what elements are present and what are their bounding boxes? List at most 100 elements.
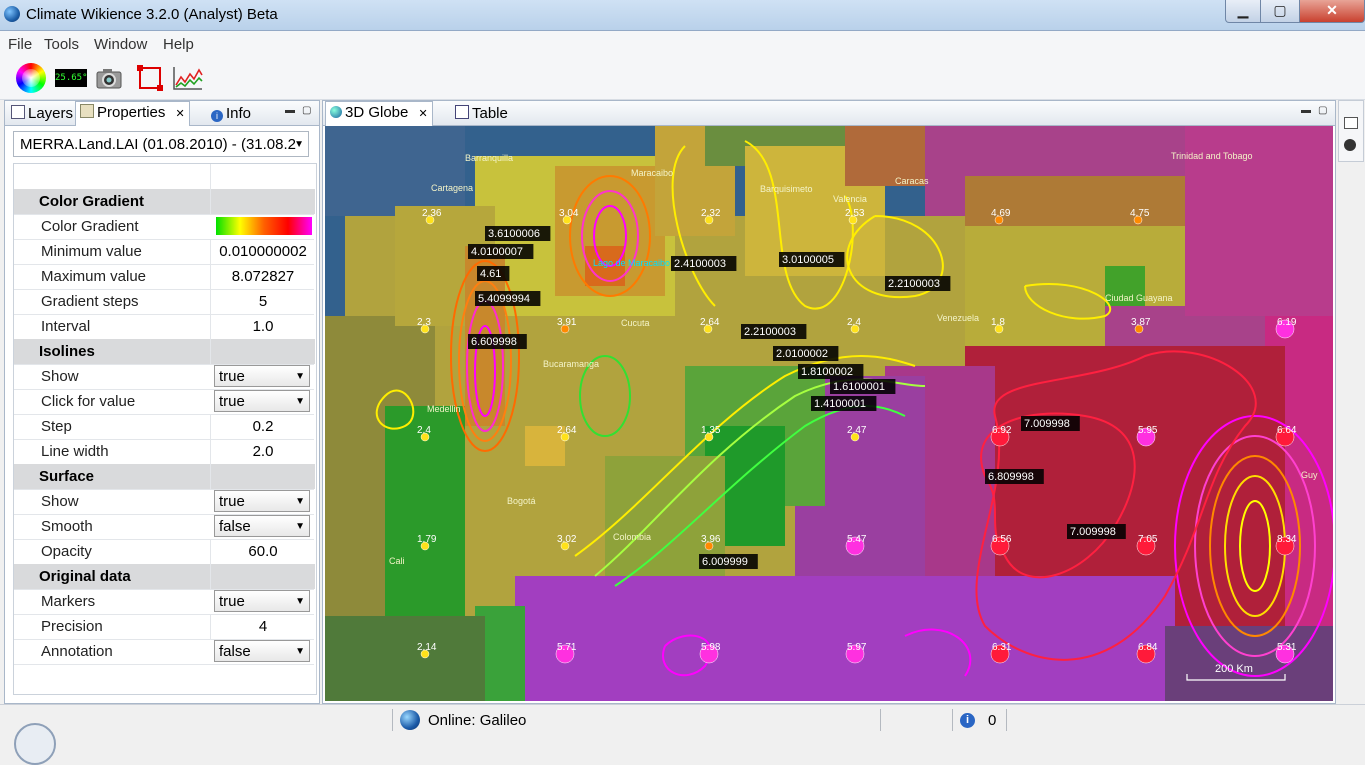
- property-row[interactable]: Show true ▼: [14, 489, 314, 515]
- isoline-value-label[interactable]: 1.8100002: [801, 366, 853, 378]
- isoline-value-label[interactable]: 2.4100003: [674, 258, 726, 270]
- property-label: Show: [41, 368, 79, 385]
- isoline-value-label[interactable]: 2.0100002: [776, 348, 828, 360]
- map-canvas[interactable]: 200 Km Barranquilla Cartagena Maracaibo Bar…: [325, 126, 1333, 701]
- info-icon[interactable]: i: [960, 713, 975, 728]
- property-dropdown[interactable]: false ▼: [214, 515, 310, 537]
- isoline-value-label[interactable]: 4.0100007: [471, 246, 523, 258]
- isoline-value-label[interactable]: 3.0100005: [782, 254, 834, 266]
- property-row[interactable]: Show true ▼: [14, 364, 314, 390]
- property-label: Maximum value: [41, 268, 147, 285]
- isoline-value-label[interactable]: 2.2100003: [888, 278, 940, 290]
- temperature-readout-icon[interactable]: 25.65°: [55, 69, 88, 87]
- property-row[interactable]: Smooth false ▼: [14, 514, 314, 540]
- property-value[interactable]: 5: [210, 289, 315, 314]
- time-series-chart-icon[interactable]: [172, 65, 204, 91]
- property-section-header: Color Gradient: [14, 189, 315, 215]
- data-marker-value: 2.3: [417, 317, 431, 328]
- isoline-value-label[interactable]: 2.2100003: [744, 326, 796, 338]
- property-row[interactable]: Maximum value 8.072827: [14, 264, 314, 290]
- minimize-view-icon[interactable]: ▬: [1301, 105, 1311, 116]
- data-marker-value: 2.64: [557, 425, 577, 436]
- tab-3d-globe[interactable]: 3D Globe ✕: [325, 101, 433, 126]
- map-place-label: Trinidad and Tobago: [1171, 151, 1253, 161]
- message-count: 0: [988, 712, 997, 729]
- property-row[interactable]: Gradient steps 5: [14, 289, 314, 315]
- minimize-button[interactable]: ▁: [1225, 0, 1261, 23]
- property-dropdown[interactable]: true ▼: [214, 390, 310, 412]
- isoline-value-label[interactable]: 6.809998: [988, 471, 1034, 483]
- property-value[interactable]: 4: [210, 614, 315, 639]
- info-icon: i: [211, 110, 223, 122]
- globe-map-view[interactable]: 200 Km Barranquilla Cartagena Maracaibo Bar…: [325, 126, 1333, 701]
- close-button[interactable]: ✕: [1299, 0, 1365, 23]
- property-dropdown[interactable]: true ▼: [214, 590, 310, 612]
- property-row[interactable]: Click for value true ▼: [14, 389, 314, 415]
- color-gradient-swatch[interactable]: [216, 217, 312, 235]
- property-dropdown[interactable]: false ▼: [214, 640, 310, 662]
- maximize-view-icon[interactable]: ▢: [302, 105, 311, 116]
- data-marker-value: 2.64: [700, 317, 720, 328]
- minimize-view-icon[interactable]: ▬: [285, 105, 295, 116]
- property-value[interactable]: 2.0: [210, 439, 315, 464]
- left-panel-tabs: Layers Properties ✕ i Info ▬ ▢: [5, 101, 319, 126]
- property-row[interactable]: Markers true ▼: [14, 589, 314, 615]
- globe-panel-tabs: 3D Globe ✕ Table ▬ ▢: [323, 101, 1335, 126]
- isoline-value-label[interactable]: 6.609998: [471, 336, 517, 348]
- region-select-icon[interactable]: [137, 65, 163, 91]
- color-wheel-icon[interactable]: [16, 63, 46, 93]
- table-icon: [455, 105, 469, 119]
- tab-3d-globe-label: 3D Globe: [345, 104, 409, 121]
- restore-view-icon[interactable]: [1344, 117, 1358, 129]
- property-row[interactable]: Step 0.2: [14, 414, 314, 440]
- property-row[interactable]: Minimum value 0.010000002: [14, 239, 314, 265]
- dataset-select[interactable]: MERRA.Land.LAI (01.08.2010) - (31.08.2 ▼: [13, 131, 309, 157]
- map-place-label: Colombia: [613, 532, 651, 542]
- property-value[interactable]: 8.072827: [210, 264, 315, 289]
- close-tab-icon[interactable]: ✕: [176, 108, 185, 120]
- close-tab-icon[interactable]: ✕: [419, 108, 428, 120]
- property-value[interactable]: 0.2: [210, 414, 315, 439]
- menu-file[interactable]: File: [8, 36, 32, 53]
- isoline-value-label[interactable]: 6.009999: [702, 556, 748, 568]
- chevron-down-icon: ▼: [294, 139, 304, 150]
- maximize-view-icon[interactable]: ▢: [1318, 105, 1327, 116]
- dropdown-value: false: [219, 518, 251, 535]
- map-place-label: Bogotá: [507, 496, 536, 506]
- isoline-value-label[interactable]: 1.4100001: [814, 398, 866, 410]
- menu-window[interactable]: Window: [94, 36, 147, 53]
- property-row[interactable]: Opacity 60.0: [14, 539, 314, 565]
- data-marker-value: 2.36: [422, 208, 442, 219]
- camera-icon[interactable]: [96, 67, 122, 89]
- compass-icon[interactable]: [1344, 139, 1356, 151]
- menu-tools[interactable]: Tools: [44, 36, 79, 53]
- isoline-value-label[interactable]: 5.4099994: [478, 293, 530, 305]
- isoline-value-label[interactable]: 7.009998: [1070, 526, 1116, 538]
- tab-info[interactable]: i Info: [207, 103, 255, 125]
- data-marker-value: 5.95: [1138, 425, 1158, 436]
- tab-layers[interactable]: Layers: [7, 103, 77, 125]
- property-dropdown[interactable]: true ▼: [214, 490, 310, 512]
- data-marker-value: 3.91: [557, 317, 577, 328]
- isoline-value-label[interactable]: 3.6100006: [488, 228, 540, 240]
- property-row[interactable]: Precision 4: [14, 614, 314, 640]
- tab-table[interactable]: Table: [451, 103, 512, 125]
- property-value[interactable]: 0.010000002: [210, 239, 315, 264]
- property-row[interactable]: Interval 1.0: [14, 314, 314, 340]
- menu-bar: File Tools Window Help: [0, 31, 1365, 57]
- tab-properties[interactable]: Properties ✕: [75, 101, 190, 126]
- property-row[interactable]: Annotation false ▼: [14, 639, 314, 665]
- isoline-value-label[interactable]: 4.61: [480, 268, 501, 280]
- chevron-down-icon: ▼: [295, 646, 305, 657]
- property-row[interactable]: Color Gradient: [14, 214, 314, 240]
- property-value[interactable]: 60.0: [210, 539, 315, 564]
- isoline-value-label[interactable]: 7.009998: [1024, 418, 1070, 430]
- property-dropdown[interactable]: true ▼: [214, 365, 310, 387]
- data-marker-value: 5.47: [847, 534, 867, 545]
- map-place-label: Caracas: [895, 176, 929, 186]
- property-value[interactable]: 1.0: [210, 314, 315, 339]
- isoline-value-label[interactable]: 1.6100001: [833, 381, 885, 393]
- maximize-button[interactable]: ▢: [1260, 0, 1300, 23]
- property-row[interactable]: Line width 2.0: [14, 439, 314, 465]
- menu-help[interactable]: Help: [163, 36, 194, 53]
